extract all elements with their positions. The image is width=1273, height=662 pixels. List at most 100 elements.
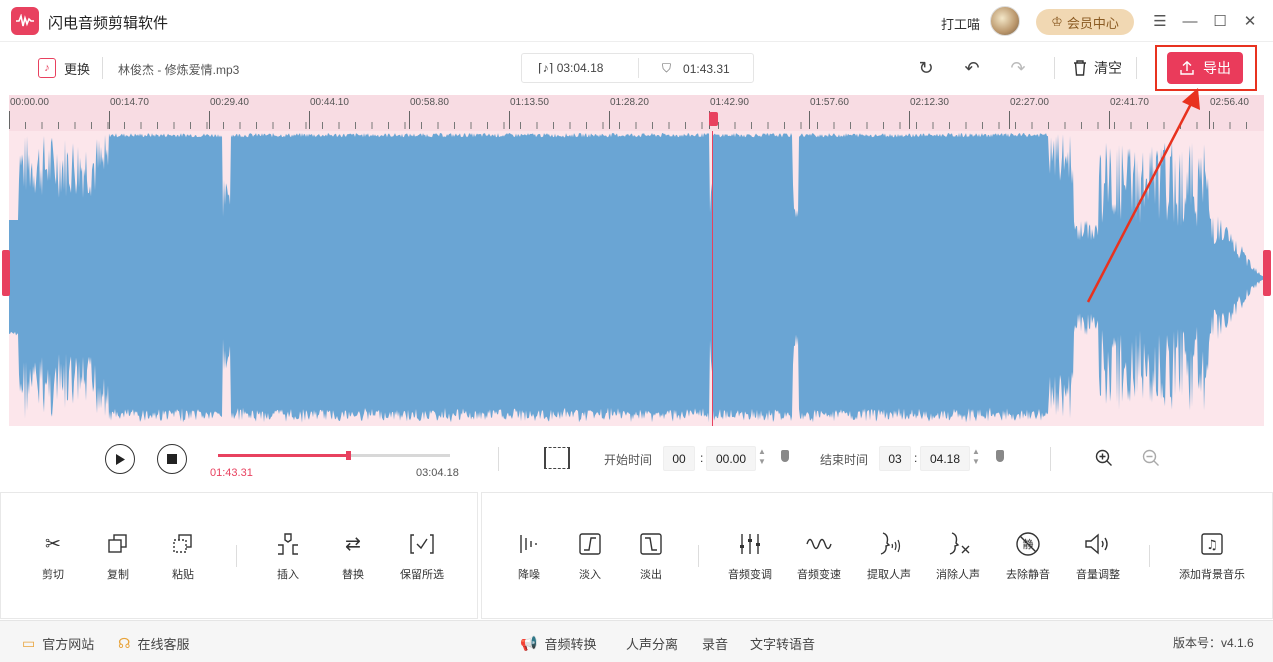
- copy-tool[interactable]: 复制: [83, 530, 153, 582]
- divider: [236, 545, 237, 567]
- tool-label: 淡出: [640, 569, 662, 581]
- cut-tool[interactable]: ✂ 剪切: [18, 530, 88, 582]
- avatar[interactable]: [990, 6, 1020, 36]
- set-end-marker-icon[interactable]: [996, 450, 1004, 462]
- speaker-icon: [1084, 530, 1112, 558]
- replace-icon: ⇄: [345, 533, 361, 555]
- tool-label: 插入: [277, 569, 299, 581]
- select-range-icon[interactable]: [544, 447, 570, 469]
- divider: [1149, 545, 1150, 567]
- vip-label: 会员中心: [1066, 15, 1119, 31]
- close-button[interactable]: ✕: [1240, 11, 1260, 31]
- version-label: 版本号：v4.1.6: [1173, 636, 1254, 650]
- remove-voice-tool[interactable]: 消除人声: [923, 530, 993, 582]
- note-bracket-icon: ⌈♪⌉: [538, 61, 557, 75]
- set-start-marker-icon[interactable]: [781, 450, 789, 462]
- play-button[interactable]: [105, 444, 135, 474]
- paste-icon: [169, 530, 197, 558]
- progress-bar[interactable]: [218, 451, 450, 460]
- divider: [1050, 447, 1051, 471]
- tool-label: 保留所选: [400, 569, 444, 581]
- voice-separate-link[interactable]: 人声分离: [626, 634, 678, 653]
- speed-tool[interactable]: 音频变速: [784, 530, 854, 582]
- tts-link[interactable]: 文字转语音: [750, 634, 815, 653]
- insert-tool[interactable]: 插入: [253, 530, 323, 582]
- remove-silence-tool[interactable]: 静 去除静音: [993, 530, 1063, 582]
- menu-icon[interactable]: ☰: [1150, 11, 1170, 31]
- monitor-icon: ▭: [22, 635, 36, 651]
- extract-voice-tool[interactable]: 提取人声: [854, 530, 924, 582]
- wave-icon: [805, 530, 833, 558]
- change-file-button[interactable]: ♪ 更换: [38, 58, 90, 78]
- export-label: 导出: [1203, 60, 1231, 76]
- tool-label: 粘贴: [172, 569, 194, 581]
- zoom-in-icon[interactable]: [1094, 448, 1114, 468]
- tool-label: 去除静音: [1006, 569, 1050, 581]
- tool-label: 降噪: [518, 569, 540, 581]
- website-label: 官方网站: [42, 637, 95, 652]
- divider: [1054, 57, 1055, 79]
- maximize-button[interactable]: ☐: [1210, 11, 1230, 31]
- record-link[interactable]: 录音: [702, 634, 728, 653]
- denoise-icon: [515, 530, 543, 558]
- progress-fill: [218, 454, 348, 457]
- current-position-value: 01:43.31: [683, 61, 730, 76]
- stop-button[interactable]: [157, 444, 187, 474]
- time-separator: :: [700, 451, 704, 465]
- tool-label: 淡入: [579, 569, 601, 581]
- effects-tools-panel: 降噪 淡入 淡出 音频变调 音频变速 提取人声 消除人声 静 去除静音 音量调整…: [481, 492, 1273, 619]
- fade-in-icon: [576, 530, 604, 558]
- play-icon: [116, 453, 125, 465]
- keep-selection-icon: [408, 530, 436, 558]
- minimize-button[interactable]: —: [1180, 11, 1200, 31]
- time-separator: :: [914, 451, 918, 465]
- time-display: ⌈♪⌉ 03:04.18 ⛉ 01:43.31: [521, 53, 754, 83]
- keep-selection-tool[interactable]: 保留所选: [387, 530, 457, 582]
- tool-label: 复制: [107, 569, 129, 581]
- paste-tool[interactable]: 粘贴: [148, 530, 218, 582]
- left-trim-handle[interactable]: [2, 250, 10, 296]
- tool-label: 消除人声: [936, 569, 980, 581]
- website-link[interactable]: ▭ 官方网站: [22, 634, 94, 653]
- face-voice-icon: [875, 530, 903, 558]
- edit-tools-panel: ✂ 剪切 复制 粘贴 插入 ⇄ 替换 保留所选: [0, 492, 478, 619]
- volume-tool[interactable]: 音量调整: [1063, 530, 1133, 582]
- playhead-handle[interactable]: [709, 112, 718, 126]
- start-time-label: 开始时间: [604, 453, 653, 467]
- fade-in-tool[interactable]: 淡入: [555, 530, 625, 582]
- start-time-stepper[interactable]: ▲ ▼: [758, 447, 766, 467]
- tool-label: 添加背景音乐: [1179, 569, 1245, 581]
- transport-bar: 01:43.31 03:04.18 开始时间 00 : 00.00 ▲ ▼ 结束时…: [0, 427, 1273, 491]
- user-name[interactable]: 打工喵: [941, 14, 980, 33]
- right-trim-handle[interactable]: [1263, 250, 1271, 296]
- total-duration-value: 03:04.18: [556, 61, 604, 75]
- convert-label: 音频转换: [544, 637, 597, 652]
- support-link[interactable]: ☊ 在线客服: [118, 634, 189, 653]
- start-seconds-input[interactable]: 00.00: [706, 446, 756, 471]
- refresh-icon[interactable]: ↻: [915, 57, 937, 79]
- vip-center-button[interactable]: ♔ 会员中心: [1036, 9, 1134, 35]
- redo-icon[interactable]: ↷: [1007, 57, 1029, 79]
- progress-knob[interactable]: [345, 451, 351, 460]
- denoise-tool[interactable]: 降噪: [494, 530, 564, 582]
- end-seconds-input[interactable]: 04.18: [920, 446, 970, 471]
- start-minutes-input[interactable]: 00: [663, 446, 695, 471]
- divider: [638, 58, 639, 78]
- total-duration: ⌈♪⌉ 03:04.18: [538, 61, 603, 75]
- undo-icon[interactable]: ↶: [961, 57, 983, 79]
- bg-music-tool[interactable]: ♫ 添加背景音乐: [1172, 530, 1252, 582]
- tool-label: 替换: [342, 569, 364, 581]
- headset-icon: ☊: [118, 635, 131, 651]
- end-time-stepper[interactable]: ▲ ▼: [972, 447, 980, 467]
- music-file-icon: ♪: [38, 58, 56, 78]
- replace-tool[interactable]: ⇄ 替换: [318, 530, 388, 582]
- tool-label: 剪切: [42, 569, 64, 581]
- fade-out-tool[interactable]: 淡出: [616, 530, 686, 582]
- end-minutes-input[interactable]: 03: [879, 446, 911, 471]
- insert-icon: [274, 530, 302, 558]
- divider: [498, 447, 499, 471]
- audio-convert-link[interactable]: 📢 音频转换: [520, 634, 596, 653]
- zoom-out-icon[interactable]: [1141, 448, 1161, 468]
- pitch-tool[interactable]: 音频变调: [715, 530, 785, 582]
- clear-button[interactable]: 清空: [1072, 58, 1122, 78]
